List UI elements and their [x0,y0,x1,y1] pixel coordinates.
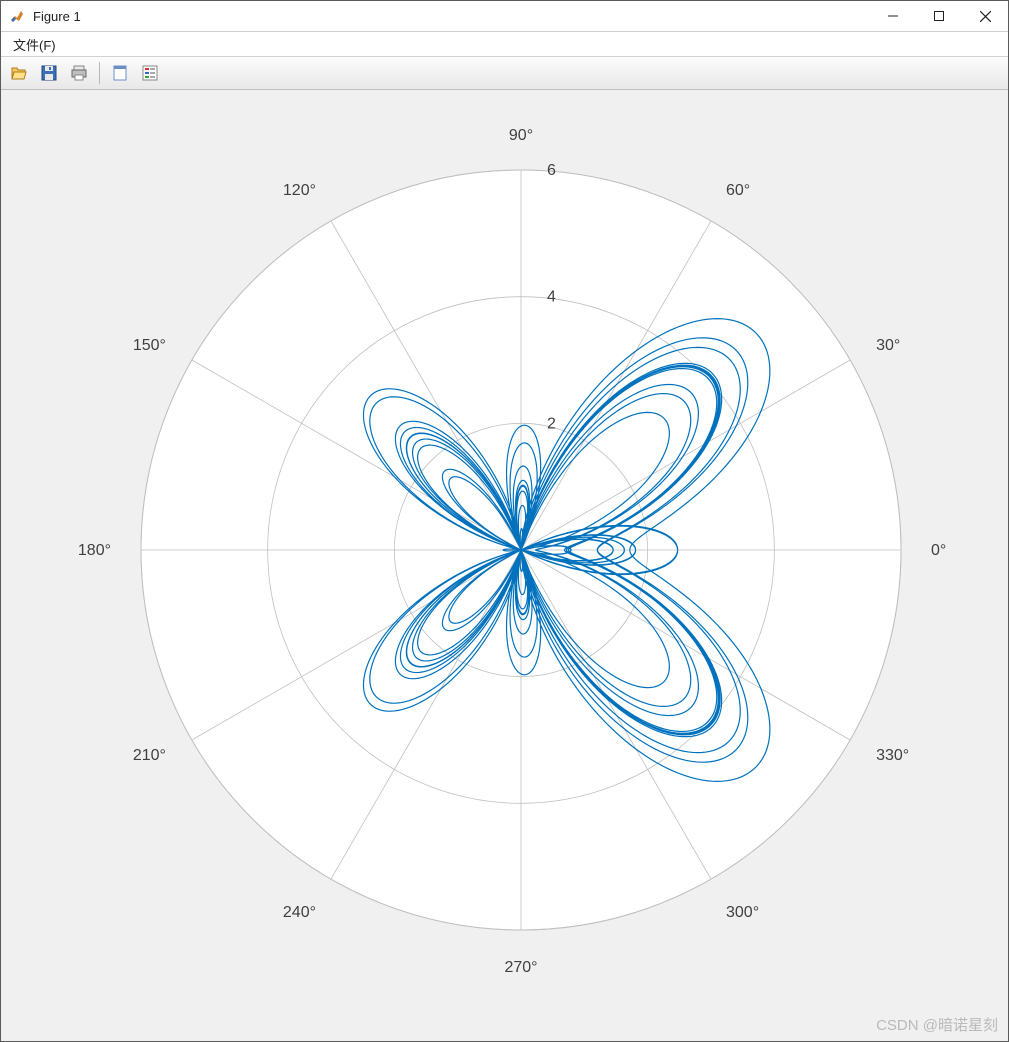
angular-tick-label: 180° [78,542,111,559]
maximize-button[interactable] [916,1,962,31]
legend-button[interactable] [136,59,164,87]
angular-tick-label: 150° [133,337,166,354]
angular-tick-label: 300° [726,904,759,921]
matlab-icon [5,8,29,24]
radial-tick-label: 4 [547,289,556,306]
toolbar [1,57,1008,90]
minimize-button[interactable] [870,1,916,31]
close-button[interactable] [962,1,1008,31]
save-button[interactable] [35,59,63,87]
print-button[interactable] [65,59,93,87]
angular-tick-label: 120° [283,182,316,199]
menubar: 文件(F) [1,32,1008,57]
titlebar: Figure 1 [1,1,1008,32]
new-figure-icon [111,64,129,82]
angular-tick-label: 240° [283,904,316,921]
radial-tick-label: 2 [547,415,556,432]
angular-tick-label: 330° [876,747,909,764]
angular-tick-label: 30° [876,337,900,354]
polar-axes: 0° 30° 60° 90° 120° 150° 180° 210° 240° 270° 300° 3… [1,90,1008,1042]
window-title: Figure 1 [29,9,870,24]
angular-tick-label: 60° [726,182,750,199]
angular-tick-label: 270° [504,959,537,976]
angular-tick-label: 0° [931,542,946,559]
new-figure-button[interactable] [106,59,134,87]
printer-icon [70,64,88,82]
figure-window: Figure 1 文件(F) [0,0,1009,1042]
menu-file[interactable]: 文件(F) [7,32,62,56]
floppy-icon [40,64,58,82]
folder-open-icon [10,64,28,82]
radial-tick-label: 6 [547,162,556,179]
angular-tick-label: 90° [509,127,533,144]
figure-canvas[interactable]: 0° 30° 60° 90° 120° 150° 180° 210° 240° 270° 300° 3… [1,90,1008,1041]
legend-icon [141,64,159,82]
toolbar-separator [99,62,100,84]
open-button[interactable] [5,59,33,87]
angular-tick-label: 210° [133,747,166,764]
